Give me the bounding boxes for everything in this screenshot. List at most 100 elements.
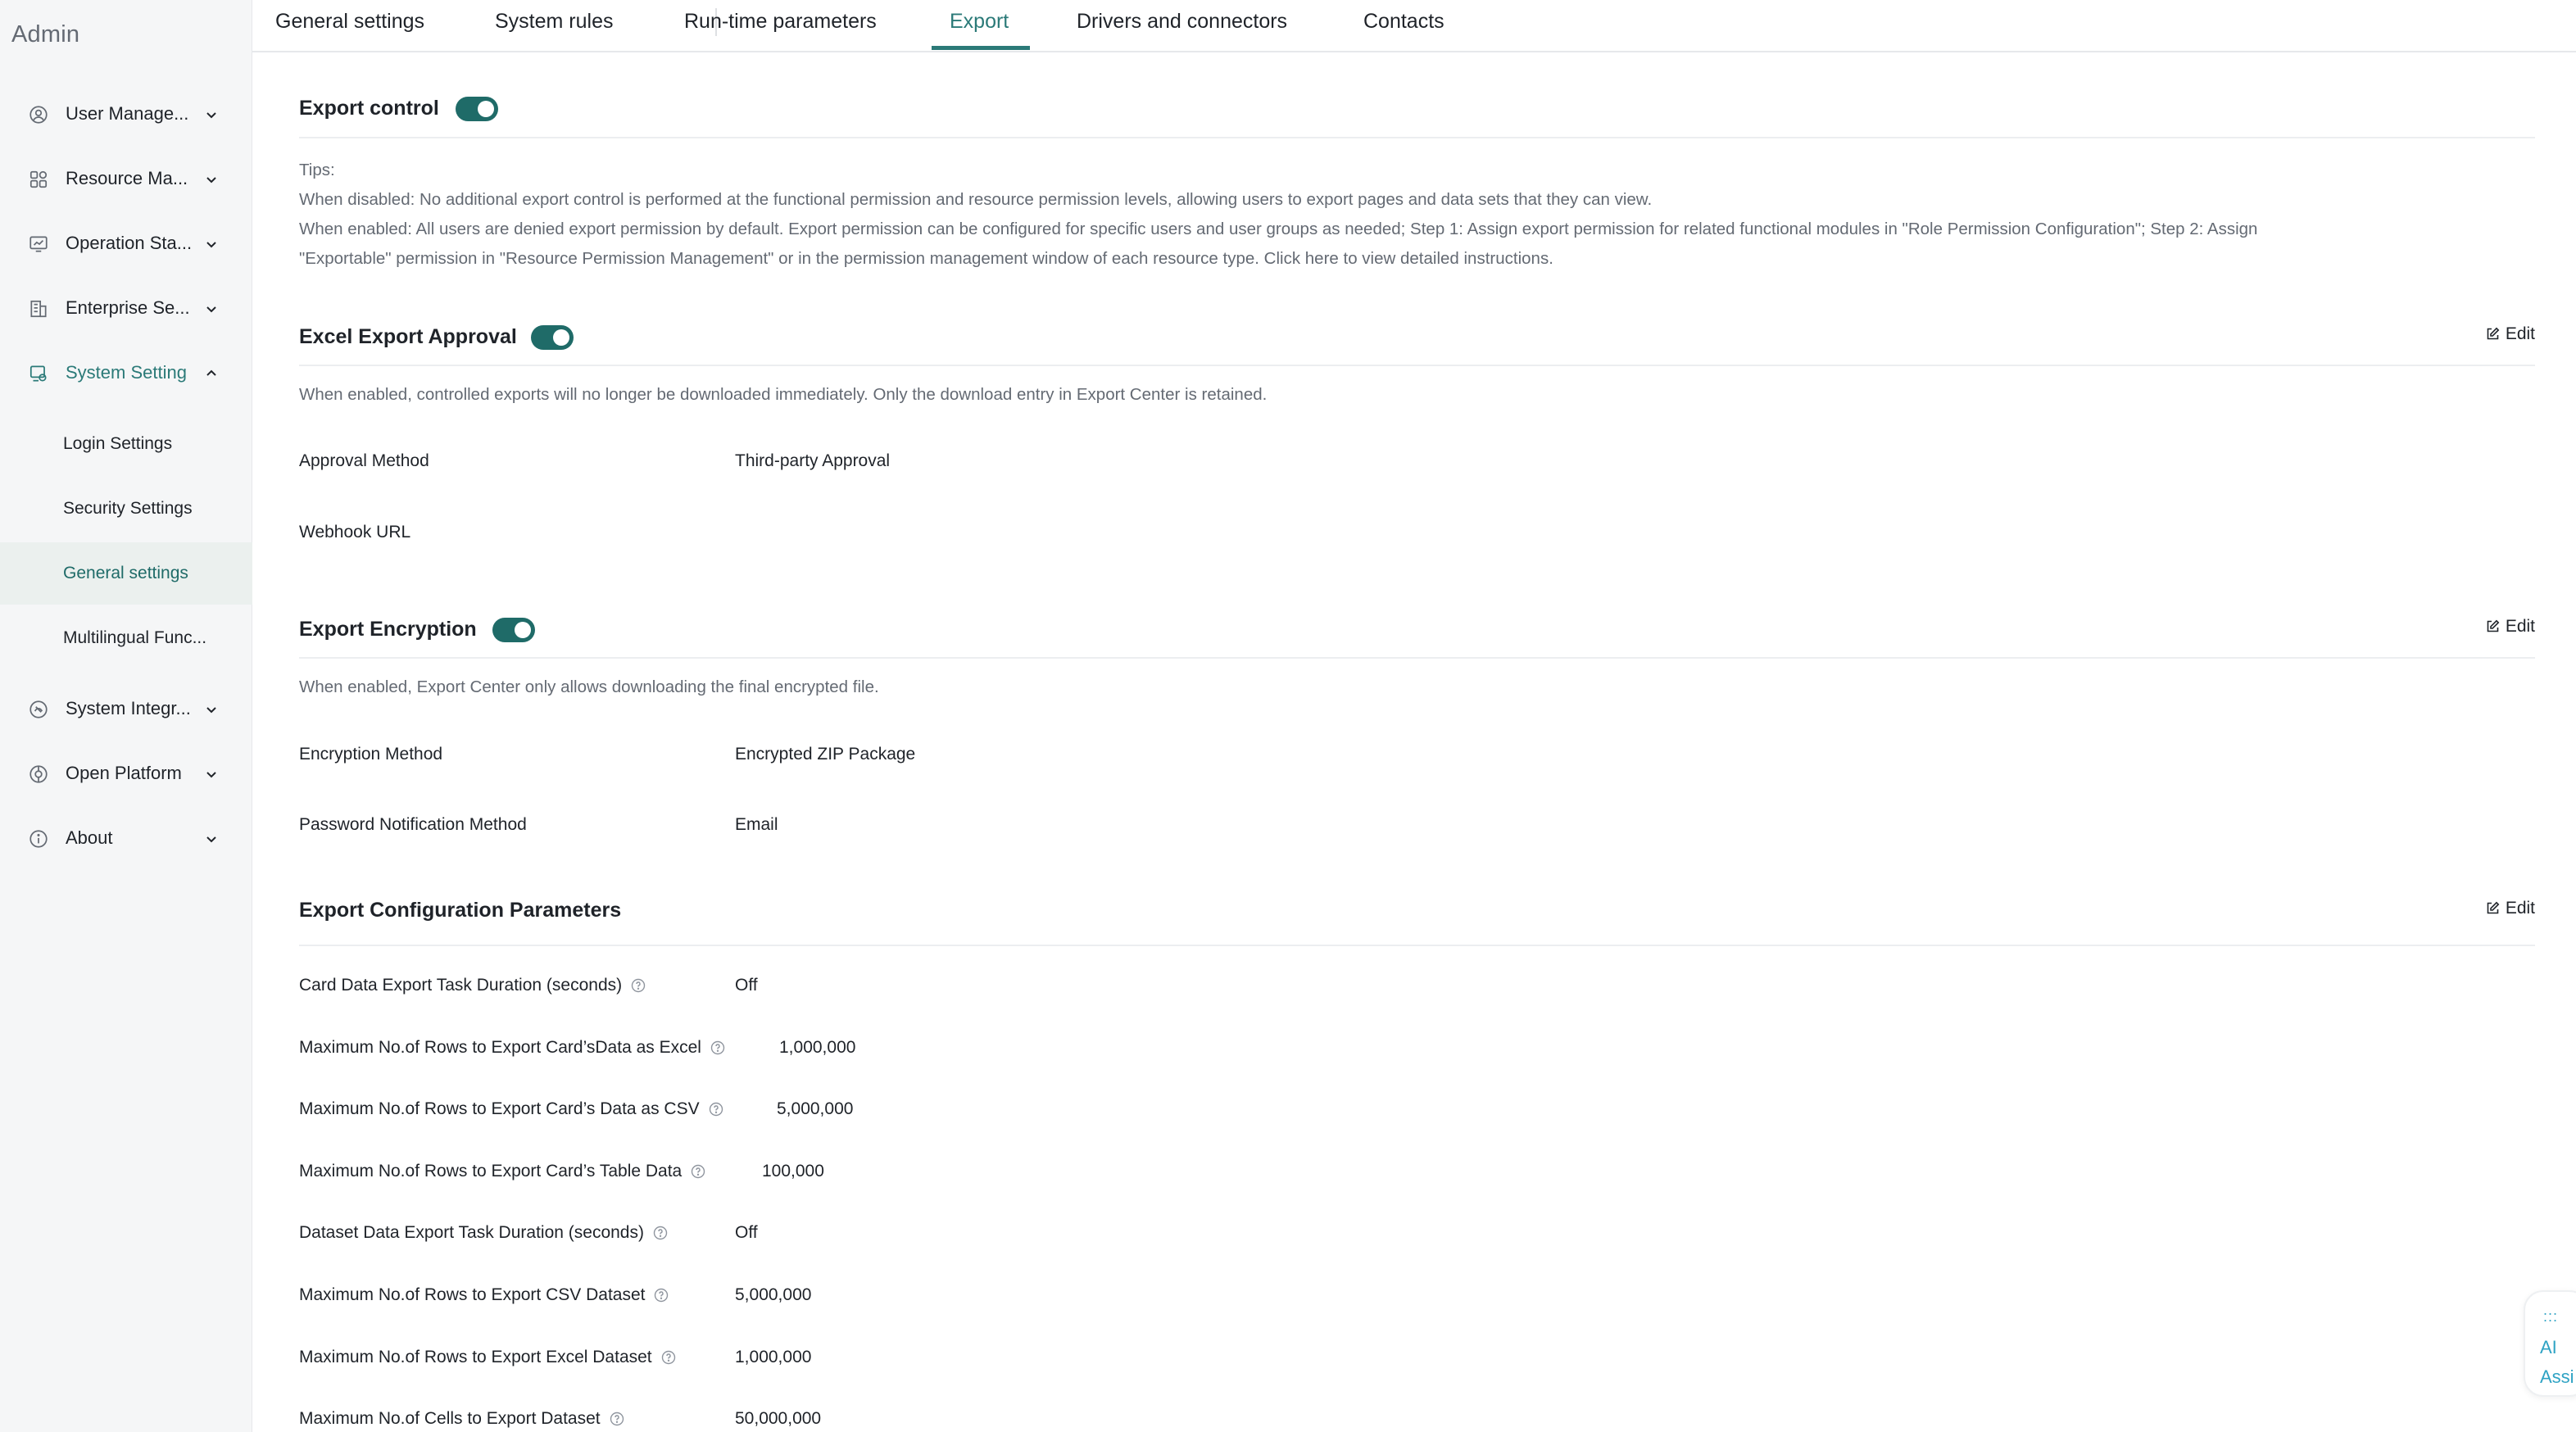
chevron-down-icon [203,236,220,252]
export-encryption-toggle[interactable] [492,618,535,642]
chevron-up-icon [203,365,220,382]
excel-export-approval-description: When enabled, controlled exports will no… [299,385,1268,404]
tips-heading: Tips: [299,161,335,179]
tab-export[interactable]: Export [950,10,1009,34]
ai-assistant-label-line-1: AI [2540,1337,2557,1357]
param-value: 100,000 [762,1162,824,1180]
param-value: 1,000,000 [735,1348,812,1366]
tab-drivers-and-connectors[interactable]: Drivers and connectors [1077,10,1287,34]
help-icon[interactable] [710,1040,726,1056]
encryption-method-label: Encryption Method [299,745,442,764]
edit-icon [2484,619,2501,635]
user-circle-icon [28,104,49,125]
platform-icon [28,764,49,785]
sidebar-item-system-integration[interactable]: System Integr... [0,677,252,741]
active-tab-indicator [932,46,1030,50]
excel-export-approval-edit-button[interactable]: Edit [2484,324,2535,344]
sidebar-subitem-label: Login Settings [63,434,173,453]
chevron-down-icon [203,106,220,123]
param-label-text: Maximum No.of Rows to Export CSV Dataset [299,1285,646,1304]
export-control-toggle[interactable] [456,97,498,121]
param-label: Maximum No.of Rows to Export Card’s Tabl… [299,1162,706,1181]
section-divider [299,137,2535,138]
edit-label: Edit [2505,617,2535,636]
info-icon [28,828,49,850]
admin-app: Admin User Manage... Resource Ma... Oper… [0,0,2576,1432]
sidebar-subitem-multilingual[interactable]: Multilingual Func... [0,607,252,669]
export-config-edit-button[interactable]: Edit [2484,899,2535,918]
tab-run-time-parameters[interactable]: Run-time parameters [684,10,877,34]
sidebar-item-user-management[interactable]: User Manage... [0,82,252,146]
param-value: Off [735,976,758,995]
settings-tab-bar: General settings System rules Run-time p… [252,0,2576,52]
sidebar-item-enterprise-settings[interactable]: Enterprise Se... [0,276,252,340]
excel-export-approval-title: Excel Export Approval [299,325,517,348]
grid-icon [28,169,49,190]
section-divider [299,657,2535,659]
help-icon[interactable] [630,977,646,994]
param-label-text: Maximum No.of Rows to Export Card’sData … [299,1038,701,1057]
sidebar-item-resource-management[interactable]: Resource Ma... [0,147,252,211]
param-label-text: Maximum No.of Rows to Export Card’s Data… [299,1099,700,1118]
sidebar-subitem-security-settings[interactable]: Security Settings [0,478,252,540]
tip-enabled-line-2: "Exportable" permission in "Resource Per… [299,249,1553,268]
sidebar-subitem-login-settings[interactable]: Login Settings [0,413,252,475]
tab-system-rules[interactable]: System rules [495,10,613,34]
sidebar-item-about[interactable]: About [0,806,252,870]
export-encryption-title: Export Encryption [299,618,477,641]
param-label-text: Maximum No.of Cells to Export Dataset [299,1409,601,1428]
sidebar-item-label: Operation Sta... [66,233,193,253]
export-config-title: Export Configuration Parameters [299,899,622,922]
param-value: 1,000,000 [779,1038,856,1057]
password-notification-label-text: Password Notification Method [299,815,527,834]
param-value: 5,000,000 [735,1285,812,1304]
tab-general-settings[interactable]: General settings [275,10,424,34]
export-control-title: Export control [299,97,439,120]
sidebar-item-label: User Manage... [66,103,189,124]
export-encryption-edit-button[interactable]: Edit [2484,617,2535,637]
param-label-text: Maximum No.of Rows to Export Card’s Tabl… [299,1162,683,1180]
help-icon[interactable] [660,1349,677,1366]
section-divider [299,365,2535,366]
param-value: Off [735,1223,758,1242]
param-label: Maximum No.of Rows to Export Card’sData … [299,1038,726,1058]
tip-disabled: When disabled: No additional export cont… [299,190,1653,209]
brand-title: Admin [11,21,80,48]
webhook-url-label: Webhook URL [299,523,410,542]
approval-method-value: Third-party Approval [735,451,891,470]
sidebar-item-label: Enterprise Se... [66,297,190,318]
encryption-method-label-text: Encryption Method [299,745,443,764]
sidebar-item-label: Resource Ma... [66,168,188,188]
sidebar-item-label: Open Platform [66,763,182,783]
edit-label: Edit [2505,899,2535,918]
ai-assistant-button[interactable]: ::: AI Assi [2524,1290,2576,1397]
chevron-down-icon [203,766,220,782]
param-label: Dataset Data Export Task Duration (secon… [299,1223,669,1243]
help-icon[interactable] [690,1163,706,1180]
param-label-text: Dataset Data Export Task Duration (secon… [299,1223,644,1242]
webhook-url-label-text: Webhook URL [299,523,411,542]
edit-label: Edit [2505,324,2535,343]
integration-icon [28,699,49,720]
help-icon[interactable] [609,1411,625,1427]
help-icon[interactable] [653,1287,669,1303]
sidebar-item-label: System Setting [66,362,187,383]
help-icon[interactable] [652,1225,669,1241]
sidebar-item-label: System Integr... [66,698,191,718]
tab-contacts[interactable]: Contacts [1363,10,1444,34]
approval-method-label: Approval Method [299,451,429,471]
sidebar-subitem-general-settings[interactable]: General settings [0,542,252,605]
sidebar-item-open-platform[interactable]: Open Platform [0,741,252,805]
sidebar-item-operation-statistics[interactable]: Operation Sta... [0,211,252,275]
help-icon[interactable] [708,1101,724,1117]
sidebar-item-label: About [66,827,113,848]
sidebar-item-system-setting[interactable]: System Setting [0,341,252,405]
param-label-text: Maximum No.of Rows to Export Excel Datas… [299,1348,652,1366]
ai-assistant-icon: ::: [2543,1308,2559,1325]
encryption-method-value: Encrypted ZIP Package [735,745,916,764]
edit-icon [2484,326,2501,342]
excel-export-approval-toggle[interactable] [531,325,574,350]
password-notification-value: Email [735,815,778,834]
param-value: 5,000,000 [777,1099,854,1118]
sidebar-subitem-label: Security Settings [63,499,193,518]
